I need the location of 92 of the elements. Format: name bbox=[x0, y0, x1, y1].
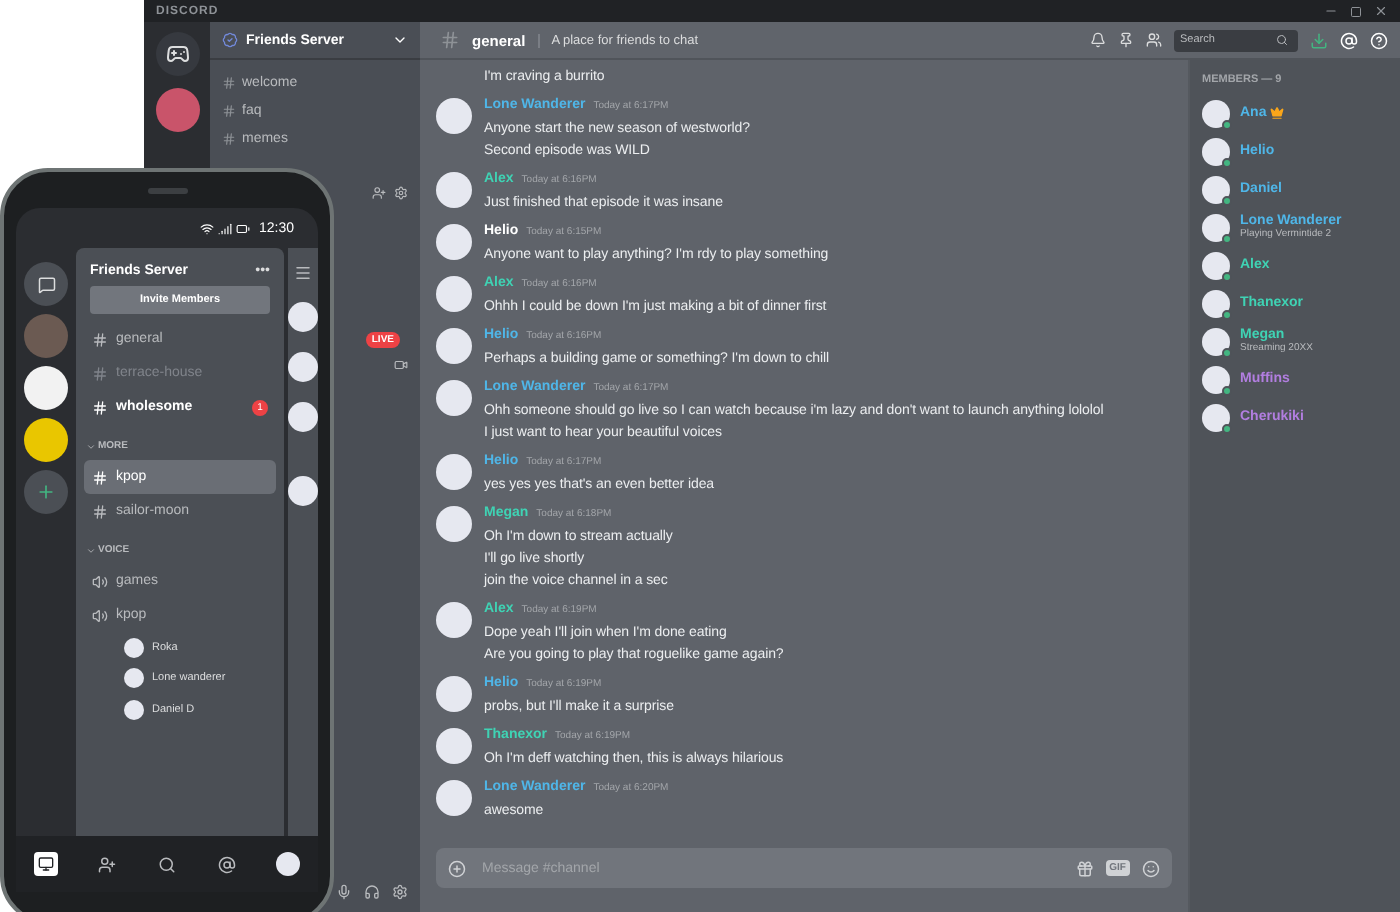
signal-icon bbox=[218, 221, 233, 235]
mention-icon bbox=[218, 855, 237, 873]
verified-icon bbox=[222, 32, 238, 48]
online-status-dot bbox=[1222, 385, 1232, 395]
hash-icon bbox=[440, 30, 460, 50]
user-avatar bbox=[288, 476, 318, 506]
bell-icon[interactable] bbox=[1090, 32, 1106, 48]
emoji-icon[interactable] bbox=[1142, 859, 1160, 877]
user-avatar bbox=[436, 728, 472, 764]
online-status-dot bbox=[1222, 271, 1232, 281]
user-avatar bbox=[288, 302, 318, 332]
speaker-icon bbox=[92, 607, 108, 623]
user-avatar bbox=[1202, 403, 1230, 431]
video-icon bbox=[394, 358, 408, 372]
hash-icon bbox=[92, 503, 108, 519]
hash-icon bbox=[222, 132, 236, 146]
online-status-dot bbox=[1222, 309, 1232, 319]
add-user-icon[interactable] bbox=[372, 186, 386, 200]
hash-icon bbox=[92, 365, 108, 381]
close-icon[interactable] bbox=[1374, 4, 1388, 18]
hash-icon bbox=[92, 331, 108, 347]
user-avatar bbox=[124, 699, 144, 720]
chevron-down-icon[interactable] bbox=[392, 32, 408, 48]
server-icon[interactable] bbox=[24, 418, 68, 462]
search-icon bbox=[1276, 34, 1288, 46]
maximize-icon[interactable] bbox=[1350, 5, 1362, 17]
user-avatar bbox=[1202, 251, 1230, 279]
friends-tab[interactable] bbox=[94, 852, 119, 876]
user-avatar bbox=[1202, 213, 1230, 241]
user-avatar bbox=[436, 224, 472, 260]
user-avatar bbox=[436, 676, 472, 712]
online-status-dot bbox=[1222, 347, 1232, 357]
hash-icon bbox=[222, 76, 236, 90]
user-avatar bbox=[288, 352, 318, 382]
hash-icon bbox=[92, 469, 108, 485]
menu-icon[interactable] bbox=[294, 264, 312, 282]
wifi-icon bbox=[200, 221, 215, 235]
caret-icon[interactable] bbox=[86, 441, 96, 451]
search-icon bbox=[157, 855, 176, 873]
plus-icon bbox=[36, 482, 56, 502]
user-avatar bbox=[436, 328, 472, 364]
download-icon[interactable] bbox=[1310, 31, 1328, 49]
online-status-dot bbox=[1222, 157, 1232, 167]
hash-icon bbox=[222, 104, 236, 118]
online-status-dot bbox=[1222, 423, 1232, 433]
user-avatar bbox=[1202, 137, 1230, 165]
user-avatar bbox=[436, 506, 472, 542]
minimize-icon[interactable] bbox=[1324, 4, 1338, 18]
user-avatar bbox=[288, 402, 318, 432]
user-avatar bbox=[436, 780, 472, 816]
online-status-dot bbox=[1222, 195, 1232, 205]
gift-icon[interactable] bbox=[1075, 859, 1094, 877]
speaker-icon bbox=[92, 573, 108, 589]
battery-icon bbox=[236, 221, 251, 235]
profile-avatar[interactable] bbox=[275, 852, 300, 876]
microphone-icon[interactable] bbox=[336, 884, 352, 900]
add-server-button[interactable] bbox=[24, 470, 68, 514]
user-avatar bbox=[436, 380, 472, 416]
members-icon[interactable] bbox=[1146, 32, 1162, 48]
pin-icon[interactable] bbox=[1118, 32, 1134, 48]
hash-icon bbox=[92, 399, 108, 415]
direct-messages-button[interactable] bbox=[24, 262, 68, 306]
user-avatar bbox=[436, 276, 472, 312]
online-status-dot bbox=[1222, 119, 1232, 129]
headphones-icon[interactable] bbox=[364, 884, 380, 900]
mentions-tab[interactable] bbox=[215, 852, 240, 876]
online-status-dot bbox=[1222, 233, 1232, 243]
friends-icon bbox=[97, 855, 116, 873]
user-avatar bbox=[1202, 327, 1230, 355]
search-tab[interactable] bbox=[154, 852, 179, 876]
user-avatar bbox=[1202, 365, 1230, 393]
user-avatar bbox=[436, 454, 472, 490]
controller-icon bbox=[165, 42, 189, 66]
user-avatar bbox=[1202, 175, 1230, 203]
caret-icon[interactable] bbox=[86, 545, 96, 555]
user-avatar bbox=[436, 98, 472, 134]
server-icon[interactable] bbox=[24, 366, 68, 410]
phone-speaker bbox=[147, 187, 187, 193]
settings-icon[interactable] bbox=[394, 186, 408, 200]
user-avatar bbox=[436, 602, 472, 638]
user-avatar bbox=[436, 172, 472, 208]
user-avatar bbox=[124, 637, 144, 658]
help-icon[interactable] bbox=[1370, 31, 1388, 49]
mention-icon[interactable] bbox=[1340, 31, 1358, 49]
settings-icon[interactable] bbox=[392, 884, 408, 900]
add-attachment-icon[interactable] bbox=[448, 859, 466, 877]
user-avatar bbox=[1202, 99, 1230, 127]
user-avatar bbox=[1202, 289, 1230, 317]
home-tab[interactable] bbox=[34, 852, 59, 876]
home-button[interactable] bbox=[155, 32, 199, 76]
user-avatar bbox=[124, 668, 144, 689]
chat-icon bbox=[37, 275, 55, 293]
